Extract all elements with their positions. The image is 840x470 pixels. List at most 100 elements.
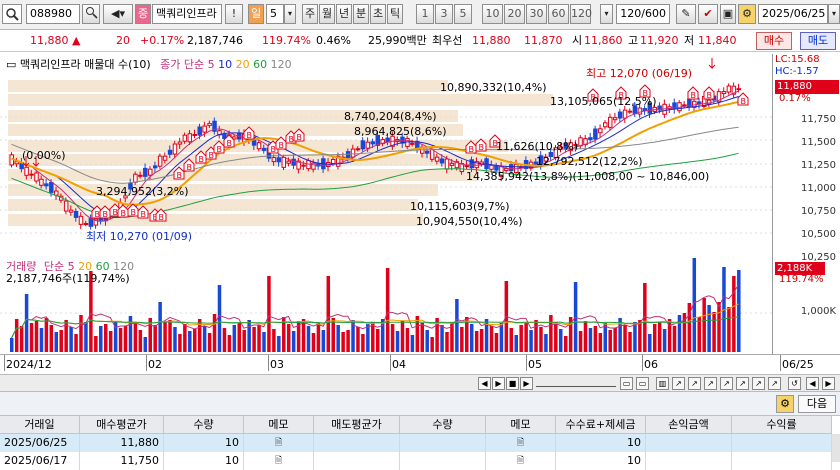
- cell-fee: 10: [556, 452, 646, 470]
- draw-line4-icon[interactable]: ↗: [720, 377, 733, 390]
- chart-tool-icon[interactable]: ✎: [676, 4, 696, 24]
- candle: [424, 150, 430, 154]
- volume-bar: [14, 319, 19, 352]
- volume-bar: [613, 328, 617, 352]
- volume-bar: [217, 285, 222, 352]
- next-button[interactable]: 다음: [798, 395, 836, 413]
- candle: [39, 178, 44, 186]
- scroll-right2-icon[interactable]: ▶: [822, 377, 835, 390]
- volume-bar: [662, 329, 667, 352]
- draw-line5-icon[interactable]: ↗: [736, 377, 749, 390]
- scroll-left2-icon[interactable]: ◀: [806, 377, 819, 390]
- column-header[interactable]: 매수평균가: [80, 416, 164, 434]
- minute-btn-2[interactable]: 5: [454, 4, 472, 24]
- draw-line3-icon[interactable]: ↗: [704, 377, 717, 390]
- volume-profile-band: [8, 80, 448, 92]
- buy-signal-letter: B: [199, 155, 205, 164]
- table-scrollbar[interactable]: [832, 434, 840, 462]
- date-dropdown-icon[interactable]: ▾: [828, 4, 840, 24]
- minute-btn-6[interactable]: 60: [548, 4, 569, 24]
- buy-signal-letter: B: [247, 131, 253, 140]
- volume-chart-panel[interactable]: 거래량 단순 5 20 60 120 2,187,746주(119,74%): [0, 258, 772, 354]
- vp-label-10: 10,904,550(10,4%): [416, 215, 523, 228]
- buy-signal-letter: B: [113, 208, 119, 217]
- minute-btn-0[interactable]: 1: [416, 4, 434, 24]
- price-change: 20: [116, 34, 130, 47]
- ma20-label: 20: [235, 58, 250, 71]
- count-field[interactable]: 120/600: [616, 4, 670, 24]
- minute-btn-1[interactable]: 3: [435, 4, 453, 24]
- draw-line-icon[interactable]: ↗: [672, 377, 685, 390]
- speaker-icon[interactable]: ◀▾: [103, 4, 133, 24]
- volume-bar: [499, 323, 504, 352]
- candle: [157, 155, 163, 167]
- memo-icon[interactable]: 🗎: [244, 434, 314, 452]
- column-header[interactable]: 메모: [486, 416, 556, 434]
- column-header[interactable]: 수수료+제세금: [556, 416, 646, 434]
- column-header[interactable]: 수익률: [732, 416, 832, 434]
- stock-search-icon[interactable]: [2, 4, 22, 24]
- ma-label: 종가 단순: [160, 58, 205, 71]
- column-header[interactable]: 수량: [164, 416, 244, 434]
- timeframe-num[interactable]: 5: [266, 4, 284, 24]
- reset-icon[interactable]: ↺: [788, 377, 801, 390]
- cell-date: 2025/06/17: [0, 452, 80, 470]
- candle: [622, 109, 628, 119]
- period-dropdown-icon[interactable]: ▾: [600, 4, 613, 24]
- buy-button[interactable]: 매수: [756, 32, 792, 50]
- settings-gear-icon[interactable]: ⚙: [738, 4, 756, 24]
- timeframe-day[interactable]: 일: [248, 4, 264, 24]
- draw-line6-icon[interactable]: ↗: [752, 377, 765, 390]
- alert-button[interactable]: !: [225, 4, 243, 24]
- timeframe-dropdown-icon[interactable]: ▾: [284, 4, 296, 24]
- vol-last-label: 2,187,746주(119,74%): [6, 272, 130, 285]
- memo-icon[interactable]: 🗎: [486, 434, 556, 452]
- draw-line2-icon[interactable]: ↗: [688, 377, 701, 390]
- memo-icon[interactable]: 🗎: [486, 452, 556, 470]
- stock-code-input[interactable]: 088980: [26, 4, 80, 24]
- volume-bar: [252, 327, 256, 352]
- chart-scrollbar[interactable]: ◀ ▶ ■ ▶ ▭ ▭ ▥ ↗ ↗ ↗ ↗ ↗ ↗ ↗ ↺ ◀ ▶: [0, 374, 840, 392]
- minute-btn-5[interactable]: 30: [526, 4, 547, 24]
- sell-button[interactable]: 매도: [800, 32, 836, 50]
- volume-bar: [108, 331, 113, 352]
- period-btn-1[interactable]: 월: [319, 4, 335, 24]
- minute-btn-4[interactable]: 20: [504, 4, 525, 24]
- search-button[interactable]: [82, 4, 100, 24]
- period-btn-4[interactable]: 초: [370, 4, 386, 24]
- scroll-left-icon[interactable]: ◀: [478, 377, 491, 390]
- column-header[interactable]: 매도평균가: [314, 416, 400, 434]
- stop-icon[interactable]: ■: [506, 377, 519, 390]
- minute-btn-7[interactable]: 120: [570, 4, 592, 24]
- column-header[interactable]: 손익금액: [646, 416, 732, 434]
- period-btn-2[interactable]: 년: [336, 4, 352, 24]
- play-icon[interactable]: ▶: [520, 377, 533, 390]
- minute-btn-3[interactable]: 10: [482, 4, 503, 24]
- scroll-right-icon[interactable]: ▶: [492, 377, 505, 390]
- zoom-out-icon[interactable]: ▭: [636, 377, 649, 390]
- chart-type-icon[interactable]: ▥: [656, 377, 669, 390]
- column-header[interactable]: 거래일: [0, 416, 80, 434]
- candle: [410, 142, 415, 145]
- draw-line7-icon[interactable]: ↗: [768, 377, 781, 390]
- period-btn-5[interactable]: 틱: [387, 4, 403, 24]
- zoom-slider[interactable]: [536, 379, 616, 387]
- check-icon[interactable]: ✔: [698, 4, 718, 24]
- period-btn-0[interactable]: 주: [302, 4, 318, 24]
- save-icon[interactable]: ▣: [720, 4, 736, 24]
- zoom-in-icon[interactable]: ▭: [620, 377, 633, 390]
- memo-icon[interactable]: 🗎: [244, 452, 314, 470]
- candle: [291, 158, 296, 166]
- volume-profile-band: [8, 199, 418, 211]
- vp-label-7: 12,792,512(12,2%): [536, 155, 643, 168]
- price-chart-panel[interactable]: BBBBBBBBBBBBBBBBBBBBBBBBBBBB ▭ 맥쿼리인프라 매물…: [0, 54, 772, 256]
- candle: [355, 148, 361, 151]
- volume-bar: [34, 321, 39, 352]
- period-btn-3[interactable]: 분: [353, 4, 369, 24]
- date-field[interactable]: 2025/06/25: [758, 4, 828, 24]
- column-header[interactable]: 메모: [244, 416, 314, 434]
- grid-settings-gear-icon[interactable]: ⚙: [776, 395, 794, 413]
- volume-bar: [469, 324, 474, 352]
- column-header[interactable]: 수량: [400, 416, 486, 434]
- volume-bar: [356, 327, 360, 352]
